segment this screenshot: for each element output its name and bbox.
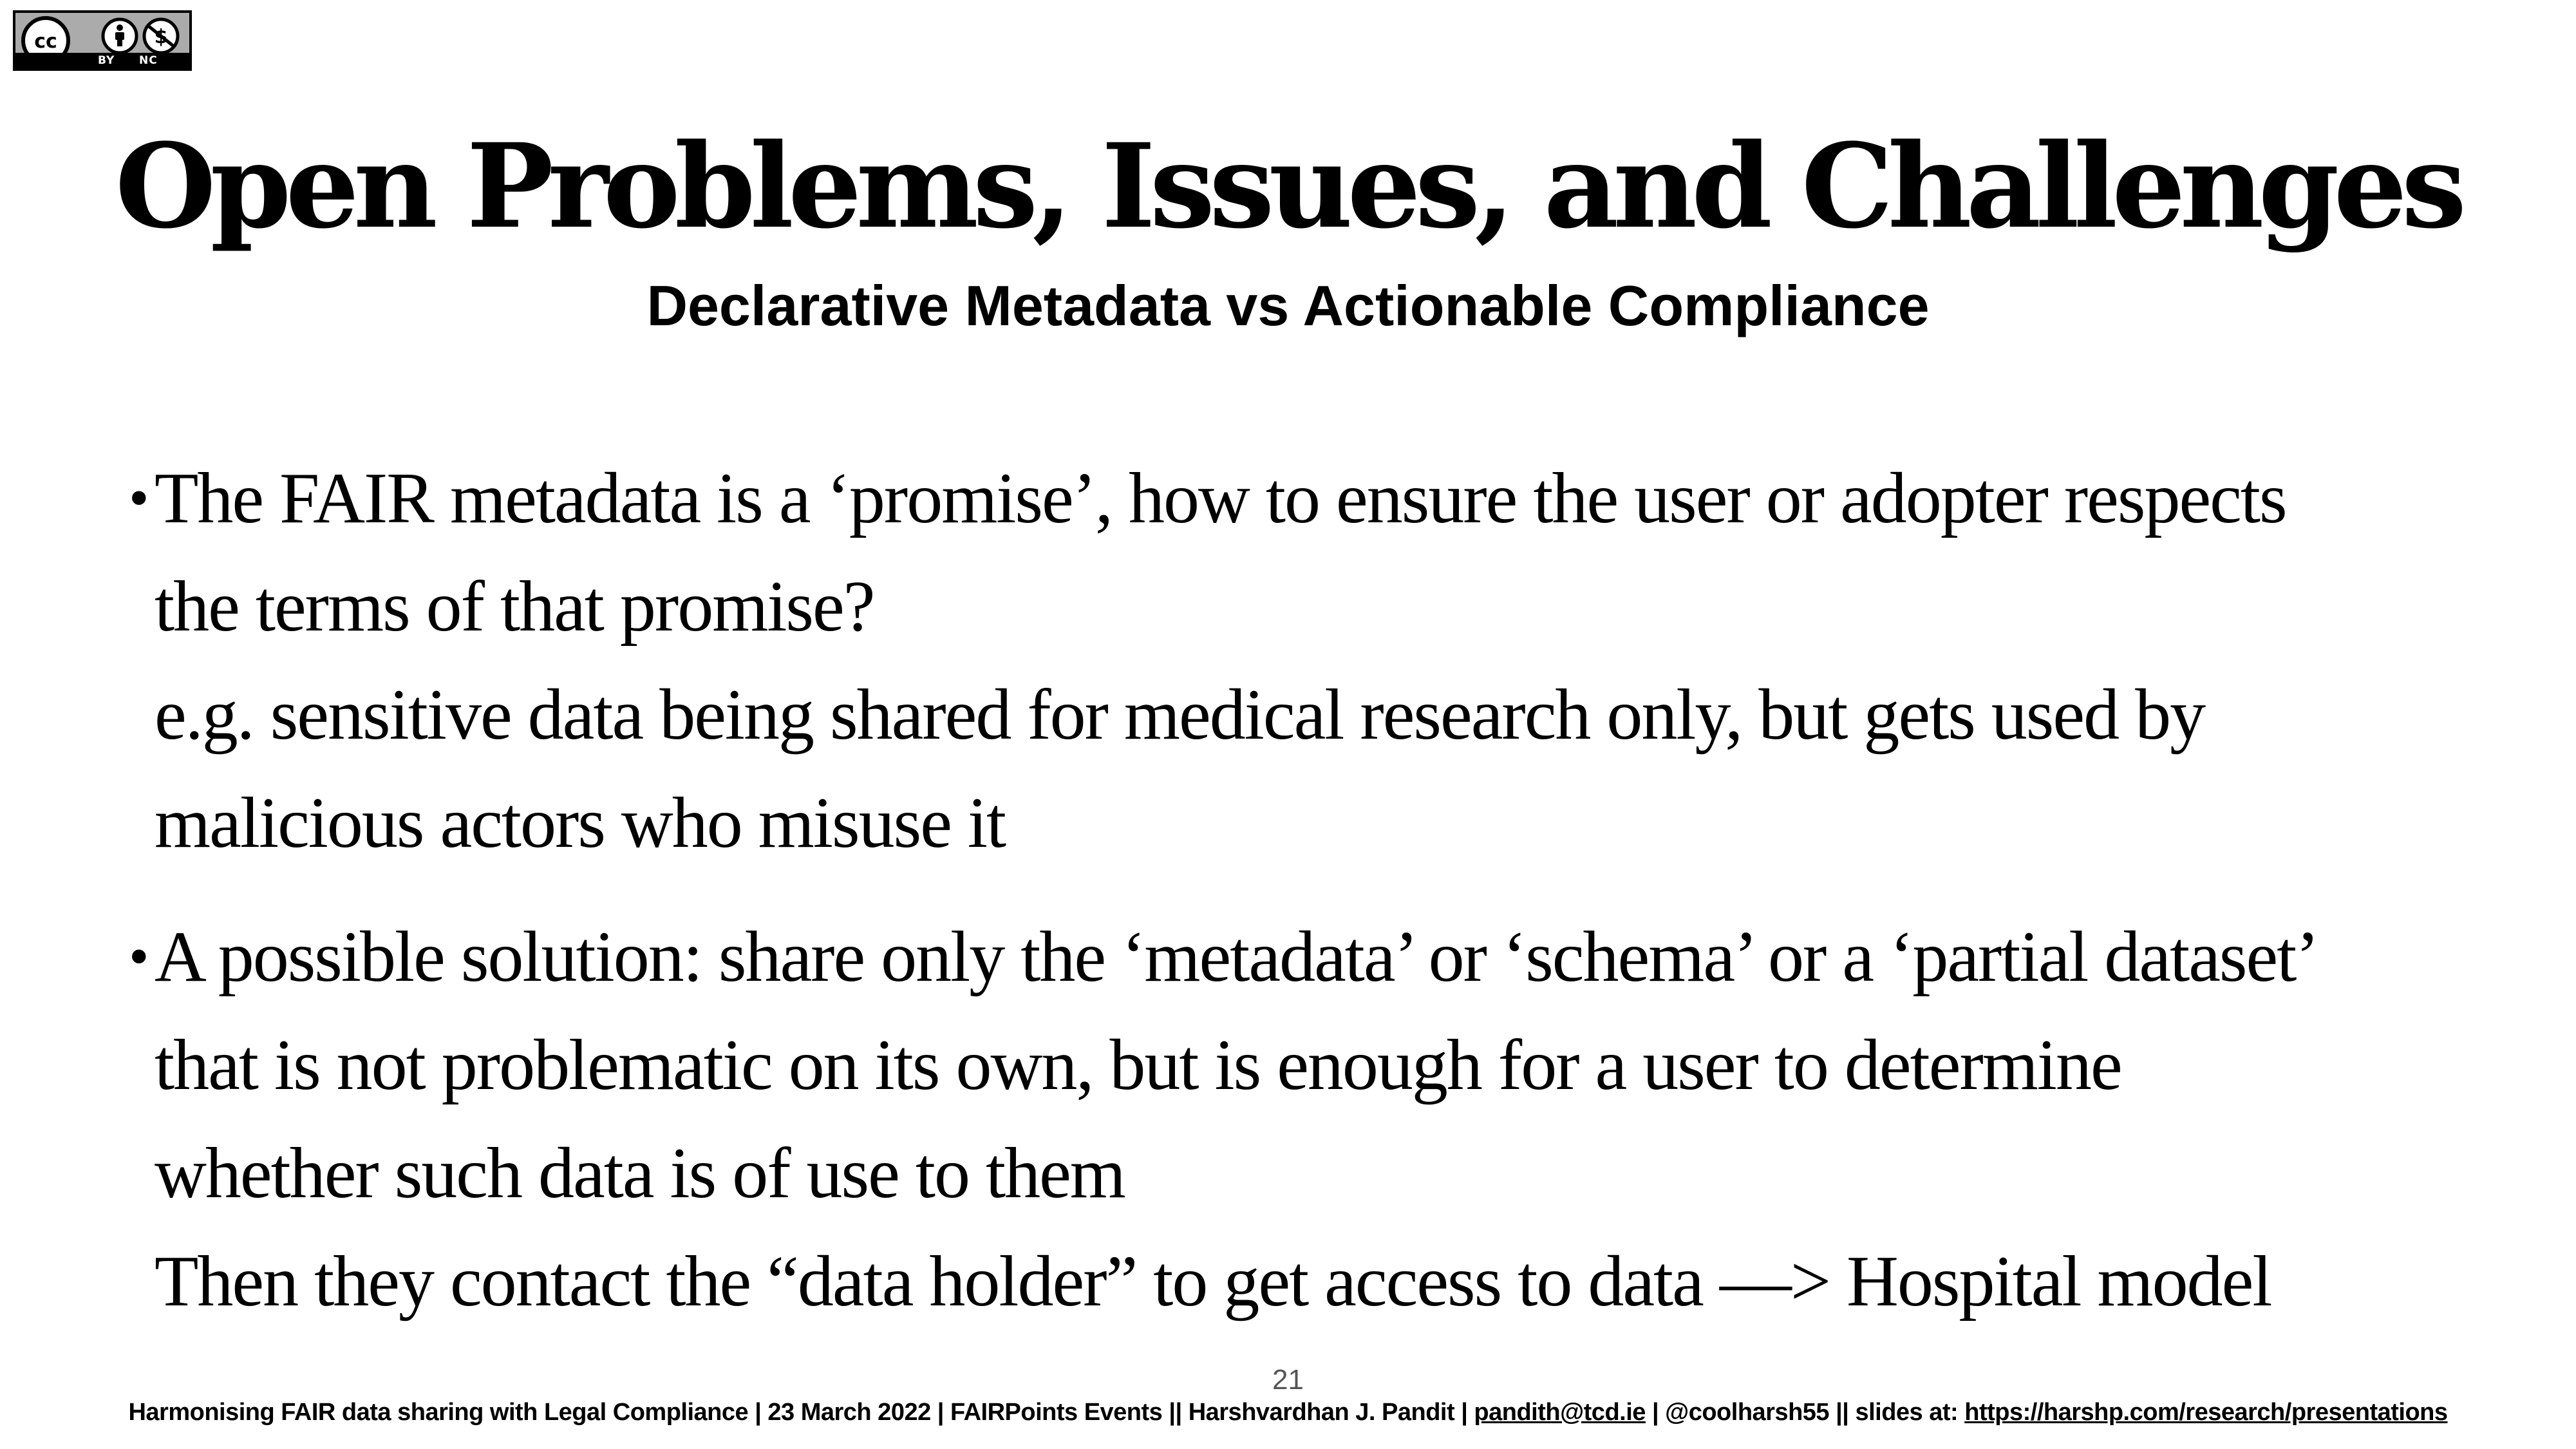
cc-license-badge: cc $ BY NC xyxy=(13,10,192,71)
slide-subtitle: Declarative Metadata vs Actionable Compl… xyxy=(646,274,1930,337)
bullet-line: Then they contact the “data holder” to g… xyxy=(155,1242,2273,1321)
bullet-dot: • xyxy=(129,466,149,530)
noncommercial-icon: $ xyxy=(142,17,180,55)
bullet-line: that is not problematic on its own, but … xyxy=(155,1025,2123,1105)
page-number: 21 xyxy=(1272,1364,1304,1396)
bullet-line: The FAIR metadata is a ‘promise’, how to… xyxy=(155,459,2288,538)
badge-by-label: BY xyxy=(98,54,115,67)
bullet-item: • A possible solution: share only the ‘m… xyxy=(129,903,2463,1336)
slide-title: Open Problems, Issues, and Challenges xyxy=(115,118,2467,254)
slides-link[interactable]: https://harshp.com/research/presentation… xyxy=(1964,1399,2448,1426)
bullet-line: the terms of that promise? xyxy=(155,567,875,647)
bullet-line: whether such data is of use to them xyxy=(155,1133,1126,1213)
slide-footer: Harmonising FAIR data sharing with Legal… xyxy=(0,1399,2576,1426)
slide-body: • The FAIR metadata is a ‘promise’, how … xyxy=(129,444,2463,1336)
bullet-item: • The FAIR metadata is a ‘promise’, how … xyxy=(129,444,2463,877)
bullet-dot: • xyxy=(129,925,149,989)
bullet-line: e.g. sensitive data being shared for med… xyxy=(155,675,2206,755)
badge-nc-label: NC xyxy=(139,54,158,67)
bullet-line: malicious actors who misuse it xyxy=(155,783,1006,863)
footer-text: | @coolharsh55 || slides at: xyxy=(1645,1399,1965,1426)
bullet-line: A possible solution: share only the ‘met… xyxy=(155,917,2320,997)
svg-text:cc: cc xyxy=(34,30,57,53)
attribution-icon xyxy=(101,17,138,55)
email-link[interactable]: pandith@tcd.ie xyxy=(1474,1399,1646,1426)
footer-text: Harmonising FAIR data sharing with Legal… xyxy=(128,1399,1474,1426)
